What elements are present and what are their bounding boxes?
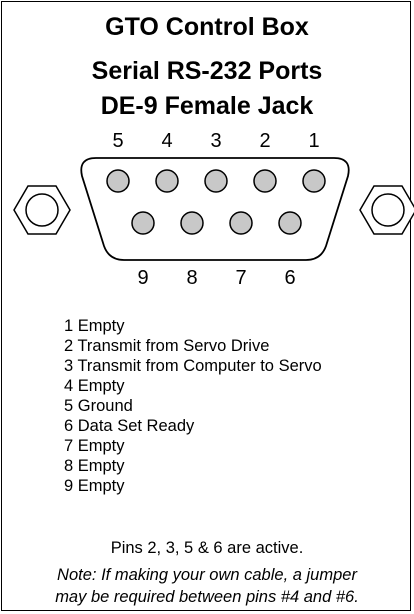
pin-7: [229, 211, 253, 235]
cable-note-line-2: may be required between pins #4 and #6.: [55, 588, 359, 606]
pin-number-7: 7: [235, 267, 246, 289]
title-device: GTO Control Box: [105, 13, 309, 41]
pinout-item: 3 Transmit from Computer to Servo: [64, 357, 322, 375]
pin-8: [180, 211, 204, 235]
pin-number-1: 1: [308, 130, 319, 152]
pin-5: [106, 169, 130, 193]
active-pins-note: Pins 2, 3, 5 & 6 are active.: [110, 539, 304, 557]
pinout-item: 7 Empty: [64, 437, 125, 455]
pinout-item: 5 Ground: [64, 397, 133, 415]
pin-2: [253, 169, 277, 193]
pin-number-2: 2: [259, 130, 270, 152]
pin-number-3: 3: [210, 130, 221, 152]
pin-3: [204, 169, 228, 193]
pin-number-9: 9: [137, 267, 148, 289]
pinout-item: 9 Empty: [64, 477, 125, 495]
pin-9: [131, 211, 155, 235]
pin-4: [155, 169, 179, 193]
title-connector-type: DE-9 Female Jack: [100, 92, 314, 120]
pinout-item: 8 Empty: [64, 457, 125, 475]
left-hex-nut: [13, 185, 71, 235]
title-port-type: Serial RS-232 Ports: [91, 57, 323, 85]
pinout-list: 1 Empty 2 Transmit from Servo Drive 3 Tr…: [64, 316, 322, 496]
pinout-item: 4 Empty: [64, 377, 125, 395]
cable-note: Note: If making your own cable, a jumper…: [0, 564, 414, 608]
pin-number-5: 5: [112, 130, 123, 152]
de9-connector-diagram: 5 4 3 2 1 9 8 7 6: [13, 130, 414, 289]
pinout-item: 2 Transmit from Servo Drive: [64, 337, 270, 355]
pin-number-8: 8: [186, 267, 197, 289]
pin-1: [302, 169, 326, 193]
pin-number-4: 4: [161, 130, 172, 152]
pin-number-6: 6: [284, 267, 295, 289]
pinout-item: 1 Empty: [64, 317, 125, 335]
cable-note-line-1: Note: If making your own cable, a jumper: [57, 566, 357, 584]
right-hex-nut: [359, 185, 414, 235]
pin-6: [278, 211, 302, 235]
pinout-item: 6 Data Set Ready: [64, 417, 195, 435]
